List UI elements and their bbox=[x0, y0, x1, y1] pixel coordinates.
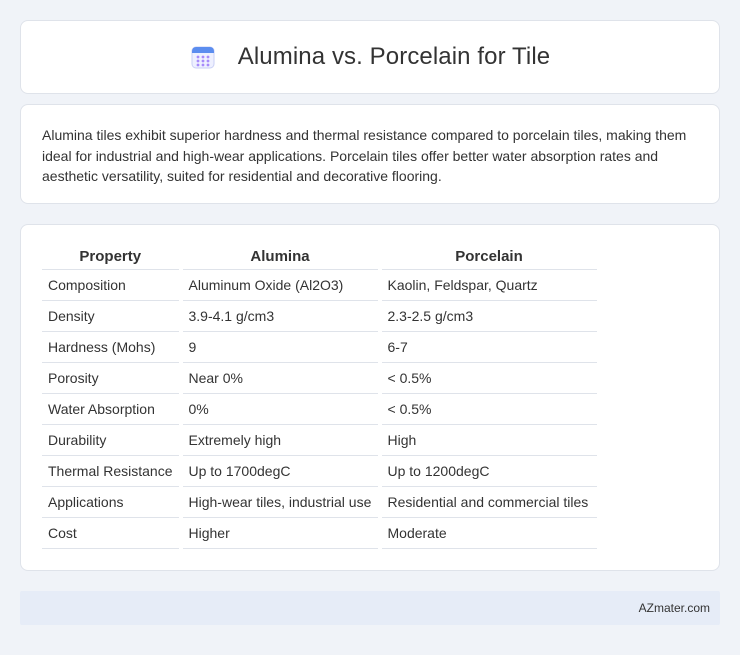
header-alumina: Alumina bbox=[182, 245, 378, 270]
page-title: Alumina vs. Porcelain for Tile bbox=[237, 43, 551, 70]
table-row: Cost Higher Moderate bbox=[42, 517, 597, 549]
cell-alumina: 3.9-4.1 g/cm3 bbox=[182, 300, 378, 332]
cell-property: Water Absorption bbox=[42, 393, 179, 425]
title-card: Alumina vs. Porcelain for Tile bbox=[20, 20, 720, 94]
cell-property: Porosity bbox=[42, 362, 179, 394]
cell-alumina: 9 bbox=[182, 331, 378, 363]
cell-property: Durability bbox=[42, 424, 179, 456]
cell-property: Density bbox=[42, 300, 179, 332]
cell-property: Hardness (Mohs) bbox=[42, 331, 179, 363]
cell-porcelain: 2.3-2.5 g/cm3 bbox=[381, 300, 597, 332]
comparison-table: Property Alumina Porcelain Composition Al… bbox=[42, 245, 597, 549]
cell-porcelain: Moderate bbox=[381, 517, 597, 549]
cell-porcelain: Residential and commercial tiles bbox=[381, 486, 597, 518]
table-row: Water Absorption 0% < 0.5% bbox=[42, 393, 597, 425]
cell-property: Composition bbox=[42, 269, 179, 301]
cell-alumina: Up to 1700degC bbox=[182, 455, 378, 487]
table-card: Property Alumina Porcelain Composition Al… bbox=[20, 224, 720, 571]
cell-property: Thermal Resistance bbox=[42, 455, 179, 487]
calendar-icon bbox=[191, 46, 215, 69]
cell-alumina: High-wear tiles, industrial use bbox=[182, 486, 378, 518]
cell-alumina: Higher bbox=[182, 517, 378, 549]
cell-porcelain: < 0.5% bbox=[381, 362, 597, 394]
table-row: Durability Extremely high High bbox=[42, 424, 597, 456]
cell-porcelain: Up to 1200degC bbox=[381, 455, 597, 487]
footer-link[interactable]: AZmater.com bbox=[639, 601, 710, 615]
cell-alumina: Near 0% bbox=[182, 362, 378, 394]
cell-alumina: 0% bbox=[182, 393, 378, 425]
table-row: Thermal Resistance Up to 1700degC Up to 12… bbox=[42, 455, 597, 487]
cell-property: Applications bbox=[42, 486, 179, 518]
table-row: Density 3.9-4.1 g/cm3 2.3-2.5 g/cm3 bbox=[42, 300, 597, 332]
table-row: Hardness (Mohs) 9 6-7 bbox=[42, 331, 597, 363]
footer: AZmater.com bbox=[20, 591, 720, 625]
cell-alumina: Aluminum Oxide (Al2O3) bbox=[182, 269, 378, 301]
cell-property: Cost bbox=[42, 517, 179, 549]
title-row: Alumina vs. Porcelain for Tile bbox=[190, 43, 550, 71]
header-porcelain: Porcelain bbox=[381, 245, 597, 270]
cell-porcelain: Kaolin, Feldspar, Quartz bbox=[381, 269, 597, 301]
summary-card: Alumina tiles exhibit superior hardness … bbox=[20, 104, 720, 204]
table-row: Applications High-wear tiles, industrial … bbox=[42, 486, 597, 518]
table-header-row: Property Alumina Porcelain bbox=[42, 245, 597, 270]
table-row: Composition Aluminum Oxide (Al2O3) Kaolin,… bbox=[42, 269, 597, 301]
cell-alumina: Extremely high bbox=[182, 424, 378, 456]
header-property: Property bbox=[42, 245, 179, 270]
summary-text: Alumina tiles exhibit superior hardness … bbox=[42, 127, 687, 184]
cell-porcelain: High bbox=[381, 424, 597, 456]
table-row: Porosity Near 0% < 0.5% bbox=[42, 362, 597, 394]
cell-porcelain: 6-7 bbox=[381, 331, 597, 363]
cell-porcelain: < 0.5% bbox=[381, 393, 597, 425]
